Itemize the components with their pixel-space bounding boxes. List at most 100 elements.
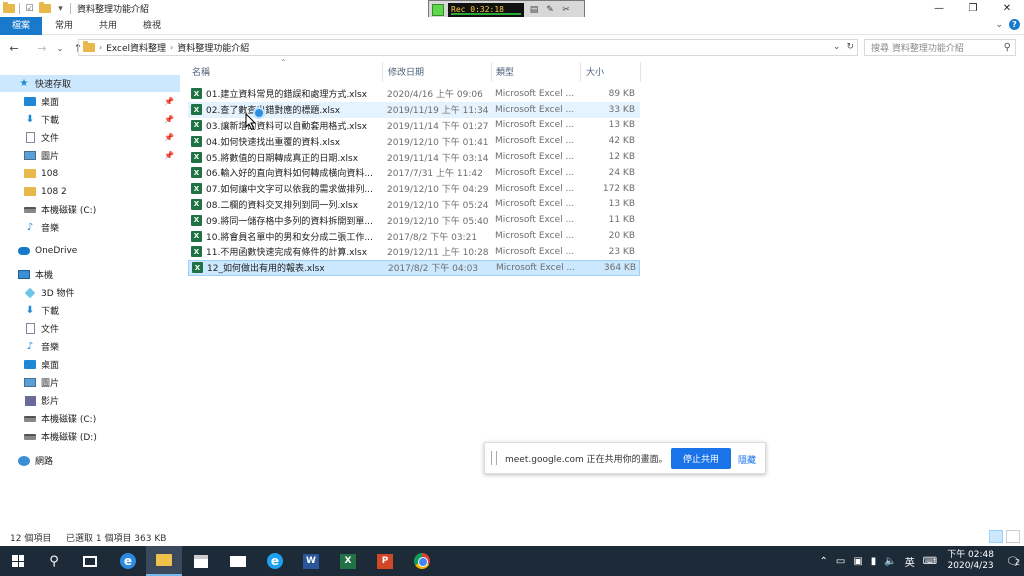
file-type: Microsoft Excel ... xyxy=(495,183,575,194)
clock-date: 2020/4/23 xyxy=(947,561,994,571)
task-view-button[interactable] xyxy=(72,546,108,576)
search-input[interactable]: 搜尋 資料整理功能介紹 ⚲ xyxy=(864,39,1016,56)
column-header-size[interactable]: 大小 xyxy=(586,65,604,79)
sidebar-item-pc-drive-c[interactable]: 本機磁碟 (C:) xyxy=(24,410,180,427)
file-date: 2019/12/10 下午 04:29 xyxy=(387,185,489,196)
file-row[interactable]: X 10.將會員名單中的男和女分成二張工作... 2017/8/2 下午 03:… xyxy=(188,228,640,244)
sidebar-item-drive-c[interactable]: 本機磁碟 (C:) xyxy=(24,201,180,218)
taskbar-store[interactable] xyxy=(183,546,219,576)
back-arrow-icon[interactable]: ← xyxy=(6,40,22,56)
file-row[interactable]: X 06.輸入好的直向資料如何轉成橫向資料... 2017/7/31 上午 11… xyxy=(188,165,640,181)
taskbar-word[interactable]: W xyxy=(293,546,329,576)
new-folder-icon[interactable] xyxy=(39,2,51,13)
recent-locations-icon[interactable]: ⌄ xyxy=(52,40,68,56)
breadcrumb-excel[interactable]: Excel資料整理 xyxy=(102,41,170,54)
input-method-icon[interactable]: ⌨ xyxy=(923,556,937,567)
file-row[interactable]: X 04.如何快速找出重覆的資料.xlsx 2019/12/10 下午 01:4… xyxy=(188,133,640,149)
sidebar-item-pc-pictures[interactable]: 圖片 xyxy=(24,374,180,391)
search-button[interactable]: ⚲ xyxy=(36,546,72,576)
sidebar-item-108[interactable]: 108 xyxy=(24,165,180,182)
notepad-icon[interactable]: ▤ xyxy=(528,4,540,16)
sidebar-item-documents[interactable]: 文件 xyxy=(24,129,180,146)
file-size: 20 KB xyxy=(608,231,635,242)
sidebar-item-pc-desktop[interactable]: 桌面 xyxy=(24,356,180,373)
details-view-icon[interactable] xyxy=(989,530,1003,543)
minimize-button[interactable]: — xyxy=(922,0,956,17)
breadcrumb-current[interactable]: 資料整理功能介紹 xyxy=(173,41,253,54)
display-icon[interactable]: ▭ xyxy=(836,556,845,567)
ime-indicator[interactable]: 英 xyxy=(905,554,915,569)
file-row[interactable]: X 11.不用函數快速完成有條件的計算.xlsx 2019/12/11 上午 1… xyxy=(188,244,640,260)
file-row[interactable]: X 09.將同一儲存格中多列的資料拆開到單... 2019/12/10 下午 0… xyxy=(188,212,640,228)
taskbar-powerpoint[interactable]: P xyxy=(367,546,403,576)
column-header-date[interactable]: 修改日期 xyxy=(388,65,424,79)
battery-icon[interactable]: ▮ xyxy=(871,556,877,567)
clock[interactable]: 下午 02:48 2020/4/23 xyxy=(947,550,994,572)
chevron-up-icon[interactable]: ⌃ xyxy=(819,556,827,567)
taskbar-chrome[interactable] xyxy=(404,546,440,576)
sidebar-item-music[interactable]: ♪ 音樂 xyxy=(24,219,180,236)
sidebar-item-desktop[interactable]: 桌面 xyxy=(24,93,180,110)
file-row-selected[interactable]: X 12_如何做出有用的報表.xlsx 2017/8/2 下午 04:03 Mi… xyxy=(188,259,640,276)
hide-button[interactable]: 隱藏 xyxy=(738,453,756,466)
sidebar-item-onedrive[interactable]: OneDrive xyxy=(18,242,180,259)
large-icons-view-icon[interactable] xyxy=(1006,530,1020,543)
file-type: Microsoft Excel ... xyxy=(495,88,575,99)
pin-icon[interactable]: 📌 xyxy=(164,97,174,106)
pin-icon[interactable]: 📌 xyxy=(164,115,174,124)
maximize-button[interactable]: ❐ xyxy=(956,0,990,17)
drag-handle-icon[interactable] xyxy=(491,451,497,465)
music-icon: ♪ xyxy=(26,222,34,233)
tab-share[interactable]: 共用 xyxy=(86,17,130,35)
tab-file[interactable]: 檔案 xyxy=(0,16,43,35)
taskbar-ie[interactable]: e xyxy=(257,546,293,576)
file-row[interactable]: X 01.建立資料常見的錯誤和處理方式.xlsx 2020/4/16 上午 09… xyxy=(188,86,640,102)
file-row[interactable]: X 05.將數值的日期轉成真正的日期.xlsx 2019/11/14 下午 03… xyxy=(188,149,640,165)
help-icon[interactable]: ? xyxy=(1009,19,1020,30)
file-name: 05.將數值的日期轉成真正的日期.xlsx xyxy=(206,153,359,164)
chevron-down-icon[interactable]: ▾ xyxy=(55,3,66,14)
volume-icon[interactable]: 🔈 xyxy=(884,556,896,567)
sidebar-item-downloads[interactable]: ⬇ 下載 xyxy=(24,111,180,128)
taskbar-mail[interactable] xyxy=(220,546,256,576)
taskbar-file-explorer[interactable] xyxy=(146,546,182,576)
pin-icon[interactable]: 📌 xyxy=(164,133,174,142)
forward-arrow-icon[interactable]: → xyxy=(34,40,50,56)
sidebar-item-pictures[interactable]: 圖片 xyxy=(24,147,180,164)
recorder-status-icon[interactable] xyxy=(432,3,444,16)
pin-icon[interactable]: 📌 xyxy=(164,151,174,160)
sidebar-item-pc-documents[interactable]: 文件 xyxy=(24,320,180,337)
close-button[interactable]: ✕ xyxy=(990,0,1024,17)
taskbar-excel[interactable]: X xyxy=(330,546,366,576)
taskbar-edge[interactable]: e xyxy=(110,546,146,576)
excel-file-icon: X xyxy=(191,183,202,195)
tab-view[interactable]: 檢視 xyxy=(130,17,174,35)
file-size: 89 KB xyxy=(608,88,635,99)
sidebar-item-pc-videos[interactable]: 影片 xyxy=(24,392,180,409)
file-row[interactable]: X 08.二欄的資料交叉排列到同一列.xlsx 2019/12/10 下午 05… xyxy=(188,197,640,213)
sidebar-item-3d-objects[interactable]: 3D 物件 xyxy=(24,284,180,301)
column-header-type[interactable]: 類型 xyxy=(496,65,514,79)
refresh-icon[interactable]: ↻ xyxy=(846,42,854,52)
stop-sharing-button[interactable]: 停止共用 xyxy=(671,448,731,469)
sidebar-item-pc-music[interactable]: ♪ 音樂 xyxy=(24,338,180,355)
start-button[interactable] xyxy=(0,546,36,576)
sidebar-item-this-pc[interactable]: 本機 xyxy=(18,266,180,283)
sidebar-item-108-2[interactable]: 108 2 xyxy=(24,183,180,200)
sidebar-item-pc-drive-d[interactable]: 本機磁碟 (D:) xyxy=(24,428,180,445)
scissors-icon[interactable]: ✂ xyxy=(560,4,572,16)
item-count: 12 個項目 xyxy=(10,533,52,544)
sidebar-item-pc-downloads[interactable]: ⬇ 下載 xyxy=(24,302,180,319)
sidebar-item-quick-access[interactable]: ★ 快速存取 xyxy=(0,75,180,92)
draw-icon[interactable]: ✎ xyxy=(544,4,556,16)
file-row[interactable]: X 07.如何讓中文字可以依我的需求做排列... 2019/12/10 下午 0… xyxy=(188,181,640,197)
address-bar[interactable]: › Excel資料整理 › 資料整理功能介紹 ⌄ ↻ xyxy=(78,39,858,56)
notification-center-button[interactable]: 🗨 2 xyxy=(1002,546,1024,576)
expand-ribbon-icon[interactable]: ⌄ xyxy=(995,20,1003,30)
tab-home[interactable]: 常用 xyxy=(42,17,86,35)
column-header-name[interactable]: 名稱 xyxy=(192,65,210,79)
network-icon[interactable]: ▣ xyxy=(853,556,862,567)
sidebar-item-network[interactable]: 網路 xyxy=(18,452,180,469)
properties-icon[interactable]: ☑ xyxy=(24,3,35,14)
chevron-down-icon[interactable]: ⌄ xyxy=(833,42,841,52)
